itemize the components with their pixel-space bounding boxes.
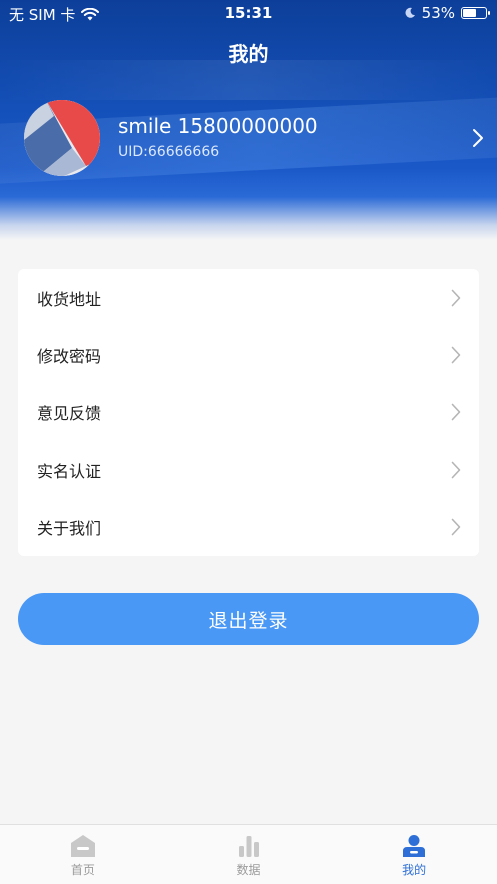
chevron-right-icon	[451, 461, 461, 479]
profile-header: 无 SIM 卡 15:31 53% 我的 smile 15800000000 U…	[0, 0, 497, 240]
tab-label: 首页	[70, 863, 95, 877]
profile-name: smile 15800000000	[118, 114, 318, 138]
settings-menu: 收货地址 修改密码 意见反馈 实名认证 关于我们	[18, 269, 479, 556]
menu-item-label: 实名认证	[37, 461, 102, 481]
profile-uid: UID:66666666	[118, 144, 220, 160]
tab-data[interactable]: 数据	[166, 825, 332, 884]
battery-icon	[461, 7, 490, 19]
chart-icon	[238, 836, 259, 857]
page-title: 我的	[228, 42, 269, 66]
menu-item-feedback[interactable]: 意见反馈	[18, 384, 479, 441]
chevron-right-icon	[451, 346, 461, 364]
chevron-right-icon[interactable]	[472, 128, 484, 148]
menu-item-label: 修改密码	[37, 347, 102, 367]
bottom-tab-bar: 首页 数据 我的	[0, 824, 497, 884]
menu-item-label: 意见反馈	[37, 404, 102, 424]
menu-item-verification[interactable]: 实名认证	[18, 441, 479, 498]
chevron-right-icon	[451, 404, 461, 421]
battery-percent: 53%	[421, 4, 455, 22]
status-bar: 无 SIM 卡 15:31 53%	[0, 0, 497, 26]
avatar[interactable]	[24, 100, 100, 176]
profile-card[interactable]: smile 15800000000 UID:66666666	[24, 100, 484, 178]
logout-button[interactable]: 退出登录	[18, 593, 479, 645]
chevron-right-icon	[451, 518, 461, 536]
moon-icon	[405, 7, 415, 18]
tab-home[interactable]: 首页	[0, 825, 166, 884]
tab-label: 数据	[236, 863, 261, 877]
tab-label: 我的	[402, 863, 427, 877]
menu-item-shipping-address[interactable]: 收货地址	[18, 269, 479, 326]
menu-item-label: 收货地址	[37, 289, 102, 309]
menu-item-change-password[interactable]: 修改密码	[18, 326, 479, 383]
home-icon	[70, 835, 95, 857]
chevron-right-icon	[451, 289, 461, 306]
user-icon	[403, 835, 426, 857]
tab-mine[interactable]: 我的	[331, 825, 497, 884]
menu-item-about-us[interactable]: 关于我们	[18, 499, 479, 556]
menu-item-label: 关于我们	[37, 519, 102, 539]
